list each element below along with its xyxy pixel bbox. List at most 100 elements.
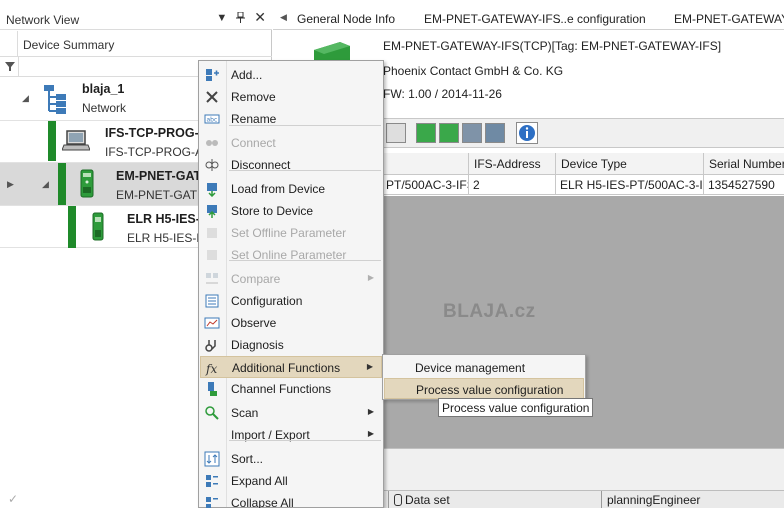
menu-item-label: Observe	[231, 316, 277, 330]
device-grid-row[interactable]: PT/500AC-3-IFS 2 ELR H5-IES-PT/500AC-3-I…	[382, 175, 784, 195]
menu-item-disconnect[interactable]: Disconnect	[200, 154, 382, 176]
bottom-panel	[382, 448, 784, 490]
tab-gateway-second[interactable]: EM-PNET-GATEWAY	[674, 12, 784, 26]
menu-item-connect: Connect	[200, 132, 382, 154]
network-tree-icon	[44, 85, 66, 114]
node-title: blaja_1	[82, 82, 125, 96]
node-subtitle: IFS-TCP-PROG-AI	[105, 145, 207, 159]
svg-text:abc: abc	[207, 117, 218, 124]
menu-item-label: Store to Device	[231, 204, 314, 218]
menu-item-label: Rename	[231, 112, 277, 126]
menu-item-scan[interactable]: Scan ▶	[200, 402, 382, 424]
grid-cell-device-type: ELR H5-IES-PT/500AC-3-IFS	[556, 175, 704, 195]
diagnosis-icon	[205, 340, 216, 352]
menu-item-label: Process value configuration	[416, 383, 564, 397]
context-menu: Add... Remove abc Rename Connect Disconnect Lo…	[198, 60, 384, 508]
submenu-arrow-icon: ▶	[366, 362, 373, 371]
column-header-device-summary[interactable]: Device Summary	[23, 38, 114, 52]
grid-cell-type-suffix: PT/500AC-3-IFS	[382, 175, 469, 195]
dropdown-arrow-icon[interactable]: ▼	[216, 12, 227, 26]
menu-item-label: Compare	[231, 272, 281, 286]
menu-item-load-from-device[interactable]: Load from Device	[200, 178, 382, 200]
menu-item-observe[interactable]: Observe	[200, 312, 382, 334]
grid-header-serial-number[interactable]: Serial Number	[704, 153, 784, 175]
panel-header-icons: ▼ ✕	[216, 9, 266, 26]
device-status-bar	[48, 121, 56, 161]
menu-item-label: Expand All	[231, 474, 288, 488]
close-icon[interactable]: ✕	[254, 9, 266, 26]
channel-functions-icon	[208, 382, 217, 396]
menu-item-label: Sort...	[231, 452, 264, 466]
add-icon	[206, 69, 219, 81]
grid-header-device-type[interactable]: Device Type	[556, 153, 704, 175]
sort-icon	[204, 451, 220, 467]
panel-title: Network View	[6, 13, 80, 27]
menu-item-rename[interactable]: abc Rename	[200, 108, 382, 130]
menu-item-process-value-configuration[interactable]: Process value configuration	[384, 378, 584, 399]
menu-item-remove[interactable]: Remove	[200, 86, 382, 108]
menu-item-configuration[interactable]: Configuration	[200, 290, 382, 312]
disconnect-icon	[205, 159, 219, 171]
cylinder-icon	[394, 494, 402, 506]
grid-header-ifs-address[interactable]: IFS-Address	[469, 153, 556, 175]
menu-item-label: Set Offline Parameter	[231, 226, 347, 240]
status-dataset: Data set	[388, 491, 455, 508]
menu-item-label: Add...	[231, 68, 263, 82]
status-bar: Data set planningEngineer	[382, 490, 784, 508]
grid-cell-serial-number: 1354527590	[708, 178, 775, 192]
menu-item-label: Collapse All	[231, 496, 294, 508]
menu-item-expand-all[interactable]: Expand All	[200, 470, 382, 492]
submenu-arrow-icon: ▶	[367, 429, 374, 438]
topology-tool-icon[interactable]	[485, 123, 505, 143]
green-node-left-icon[interactable]	[416, 123, 436, 143]
menu-item-label: Load from Device	[231, 182, 326, 196]
menu-item-label: Channel Functions	[231, 382, 332, 396]
tab-scroll-left-icon[interactable]: ◀	[280, 12, 287, 23]
menu-separator	[229, 440, 381, 441]
menu-item-label: Diagnosis	[231, 338, 284, 352]
print-icon[interactable]	[386, 123, 406, 143]
menu-item-sort[interactable]: Sort...	[200, 448, 382, 470]
load-from-device-icon	[207, 183, 217, 197]
node-subtitle: Network	[82, 101, 127, 115]
tab-gateway[interactable]: EM-PNET-GATEWAY-IFS	[424, 12, 561, 26]
remove-x-icon	[206, 91, 218, 103]
menu-separator	[229, 125, 381, 126]
menu-item-import-export[interactable]: Import / Export ▶	[200, 424, 382, 446]
collapse-arrow-icon[interactable]: ◢	[42, 179, 49, 190]
menu-item-channel-functions[interactable]: Channel Functions	[200, 378, 382, 400]
menu-item-label: Connect	[231, 136, 276, 150]
tab-general-node-info[interactable]: General Node Info	[297, 12, 395, 26]
filter-icon[interactable]	[4, 59, 16, 73]
menu-item-diagnosis[interactable]: Diagnosis	[200, 334, 382, 356]
expand-all-icon	[206, 475, 218, 487]
scan-icon	[205, 406, 219, 420]
expand-arrow-icon[interactable]: ▶	[7, 179, 14, 190]
status-dataset-label: Data set	[405, 493, 450, 507]
network-tool-icon[interactable]	[462, 123, 482, 143]
observe-icon	[204, 317, 220, 329]
tab-process-value-configuration[interactable]: ...e configuration	[557, 12, 646, 26]
pin-icon[interactable]	[236, 11, 246, 26]
collapse-all-icon	[206, 497, 218, 508]
info-icon[interactable]	[516, 122, 538, 144]
menu-item-additional-functions[interactable]: fx Additional Functions ▶	[200, 356, 382, 378]
menu-item-store-to-device[interactable]: Store to Device	[200, 200, 382, 222]
node-subtitle: EM-PNET-GATE	[116, 188, 206, 202]
svg-text:fx: fx	[205, 362, 217, 376]
green-node-right-icon[interactable]	[439, 123, 459, 143]
grid-header-blank	[382, 153, 469, 175]
collapse-arrow-icon[interactable]: ◢	[22, 93, 29, 104]
device-status-bar	[68, 206, 76, 248]
checkmark-icon: ✓	[8, 492, 19, 506]
status-user-role: planningEngineer	[601, 491, 705, 508]
submenu-arrow-icon: ▶	[367, 273, 374, 282]
filter-gutter	[18, 57, 19, 77]
menu-item-collapse-all[interactable]: Collapse All	[200, 492, 382, 508]
menu-item-add[interactable]: Add...	[200, 64, 382, 86]
laptop-icon	[62, 130, 90, 151]
menu-item-device-management[interactable]: Device management	[384, 357, 584, 378]
menu-item-label: Device management	[415, 361, 526, 375]
node-title: IFS-TCP-PROG-A	[105, 126, 208, 140]
submenu-arrow-icon: ▶	[367, 407, 374, 416]
